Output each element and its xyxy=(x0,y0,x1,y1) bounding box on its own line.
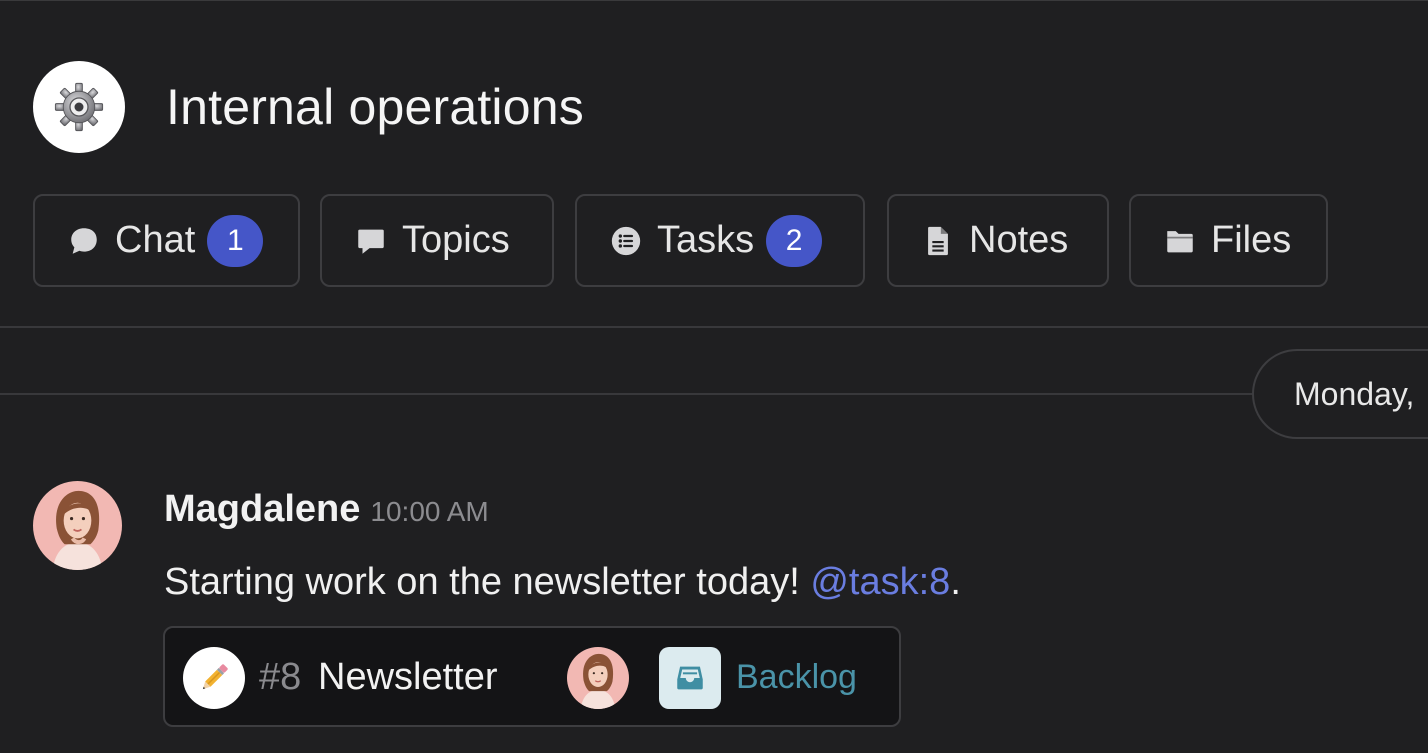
tab-files[interactable]: Files xyxy=(1129,194,1328,287)
inbox-tray-icon xyxy=(659,647,721,709)
date-divider-line xyxy=(0,393,1252,395)
task-number: #8 xyxy=(259,656,302,698)
chat-bubble-icon xyxy=(65,222,103,260)
gear-icon xyxy=(33,61,125,153)
channel-header: Internal operations xyxy=(33,61,584,153)
list-icon xyxy=(607,222,645,260)
avatar[interactable] xyxy=(33,481,122,570)
tab-notes-label: Notes xyxy=(969,219,1069,261)
tasks-count-badge: 2 xyxy=(766,214,823,267)
message-body: Starting work on the newsletter today! xyxy=(164,561,811,603)
tab-chat[interactable]: Chat 1 xyxy=(33,194,300,287)
pencil-icon xyxy=(183,647,245,709)
tab-tasks-label: Tasks xyxy=(657,219,755,261)
date-separator: Monday, xyxy=(1252,349,1428,439)
message-header: Magdalene 10:00 AM xyxy=(164,488,489,531)
header-divider xyxy=(0,326,1428,328)
tab-tasks[interactable]: Tasks 2 xyxy=(575,194,865,287)
message-suffix: . xyxy=(950,561,961,603)
task-status[interactable]: Backlog xyxy=(736,658,857,697)
message-text: Starting work on the newsletter today! @… xyxy=(164,561,961,604)
task-mention-link[interactable]: @task:8 xyxy=(810,561,950,603)
message-timestamp: 10:00 AM xyxy=(370,496,489,527)
channel-title: Internal operations xyxy=(166,79,584,135)
chat-unread-badge: 1 xyxy=(207,214,264,267)
tab-chat-label: Chat xyxy=(115,219,196,261)
tab-files-label: Files xyxy=(1211,219,1292,261)
task-title: Newsletter xyxy=(318,656,498,698)
document-icon xyxy=(919,222,957,260)
speech-bubble-icon xyxy=(352,222,390,260)
task-assignee-avatar[interactable] xyxy=(567,647,629,709)
tab-topics-label: Topics xyxy=(402,219,510,261)
task-card[interactable]: #8 Newsletter Backlog xyxy=(163,626,901,727)
tab-notes[interactable]: Notes xyxy=(887,194,1109,287)
tab-topics[interactable]: Topics xyxy=(320,194,554,287)
folder-icon xyxy=(1161,222,1199,260)
message-author[interactable]: Magdalene xyxy=(164,488,360,531)
top-border xyxy=(0,0,1428,1)
